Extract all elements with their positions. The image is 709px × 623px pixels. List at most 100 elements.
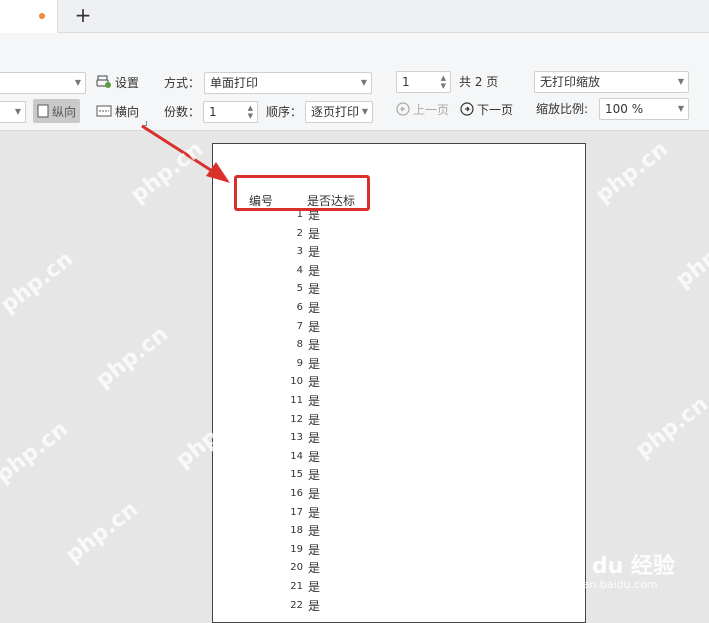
table-row: 7是 <box>213 318 413 336</box>
row-value: 是 <box>308 245 321 260</box>
tab-bar: + <box>0 0 709 33</box>
chevron-down-icon: ▼ <box>360 78 367 87</box>
arrow-left-circle-icon <box>396 102 410 116</box>
row-value: 是 <box>308 468 321 483</box>
row-number: 5 <box>296 283 303 295</box>
row-number: 7 <box>296 320 303 332</box>
table-row: 11 是 <box>213 392 413 410</box>
stepper-arrows-icon[interactable]: ▲ ▼ <box>248 104 253 120</box>
row-number: 17 <box>290 506 303 518</box>
row-number: 2 <box>296 227 303 239</box>
row-number: 6 <box>296 302 303 313</box>
landscape-label: 横向 <box>115 104 140 119</box>
watermark-text: php.cn <box>61 496 143 569</box>
row-number: 9 <box>296 357 303 369</box>
table-row: 6是 <box>213 299 413 317</box>
printer-settings-icon <box>96 75 111 88</box>
row-number: 8 <box>296 339 303 351</box>
table-row: 4是 <box>213 262 413 280</box>
page-preview: 编号 是否达标 1 是 2 是 3 是 4 是 5 是 6 是 7 是 8 是 9 是 10 是 11 是 12 是 13 是 14… <box>212 143 586 623</box>
portrait-button[interactable]: 纵向 <box>33 99 81 123</box>
row-number: 14 <box>290 450 303 462</box>
watermark-text: php.cn <box>671 221 709 294</box>
arrow-right-circle-icon <box>460 102 474 116</box>
landscape-button[interactable]: 横向 <box>96 99 139 123</box>
setup-label: 设置 <box>115 75 140 90</box>
table-row: 20 是 <box>213 559 413 577</box>
group-launcher-icon[interactable] <box>142 121 147 126</box>
chevron-down-icon: ▼ <box>14 107 21 116</box>
table-row: 15 是 <box>213 466 413 484</box>
order-label: 顺序： <box>266 105 303 119</box>
row-value: 是 <box>308 431 321 446</box>
table-row: 12 是 <box>213 411 413 429</box>
row-value: 是 <box>308 301 321 315</box>
row-value: 是 <box>308 356 321 371</box>
document-tab[interactable] <box>0 0 58 33</box>
row-number: 4 <box>296 264 303 276</box>
highlight-box <box>234 175 370 211</box>
table-row: 17 是 <box>213 504 413 522</box>
order-select[interactable]: 逐页打印 ▼ <box>305 101 373 123</box>
baidu-watermark-url: jingyan.baidu.com <box>556 578 658 591</box>
table-row: 3是 <box>213 243 413 261</box>
row-value: 是 <box>308 263 321 278</box>
row-value: 是 <box>308 412 321 427</box>
table-row: 13 是 <box>213 429 413 447</box>
setup-button[interactable]: 设置 <box>96 70 139 94</box>
landscape-page-icon <box>96 105 112 117</box>
page-number-value: 1 <box>402 75 410 89</box>
row-number: 16 <box>290 488 303 499</box>
table-row: 21 是 <box>213 578 413 596</box>
next-page-button[interactable]: 下一页 <box>460 97 513 121</box>
row-value: 是 <box>308 375 321 390</box>
watermark-text: php.cn <box>0 416 73 489</box>
chevron-down-icon: ▼ <box>677 104 684 113</box>
row-value: 是 <box>308 226 321 241</box>
portrait-label: 纵向 <box>52 104 77 119</box>
next-page-label: 下一页 <box>477 102 514 117</box>
row-value: 是 <box>308 561 321 576</box>
row-value: 是 <box>308 394 321 408</box>
row-value: 是 <box>308 449 321 464</box>
table-row: 8是 <box>213 336 413 354</box>
mode-label: 方式： <box>164 76 201 90</box>
row-number: 20 <box>290 562 303 574</box>
watermark-text: php.cn <box>631 391 709 464</box>
row-value: 是 <box>308 319 321 334</box>
printer-select[interactable]: ▼ <box>0 72 86 94</box>
scale-mode-select[interactable]: 无打印缩放 ▼ <box>534 71 689 93</box>
zoom-select[interactable]: 100 % ▼ <box>599 98 689 120</box>
total-pages: 共 2 页 <box>459 75 499 89</box>
watermark-text: php.cn <box>0 246 78 319</box>
mode-value: 单面打印 <box>210 76 259 90</box>
chevron-down-icon: ▼ <box>677 77 684 86</box>
stepper-arrows-icon[interactable]: ▲ ▼ <box>441 74 446 90</box>
table-row: 2是 <box>213 225 413 243</box>
table-row: 10 是 <box>213 373 413 391</box>
paper-select[interactable]: ▼ <box>0 101 26 123</box>
row-number: 15 <box>290 469 303 481</box>
copies-stepper[interactable]: 1 ▲ ▼ <box>203 101 258 123</box>
row-number: 10 <box>290 376 303 388</box>
prev-page-button[interactable]: 上一页 <box>396 97 449 121</box>
table-row: 19 是 <box>213 541 413 559</box>
row-number: 21 <box>290 581 303 592</box>
new-tab-button[interactable]: + <box>73 4 93 26</box>
row-value: 是 <box>308 282 321 297</box>
table-row: 14 是 <box>213 448 413 466</box>
baidu-watermark: Bai du 经验 <box>545 554 675 579</box>
watermark-text: php.cn <box>91 321 173 394</box>
table-row: 5是 <box>213 280 413 298</box>
order-value: 逐页打印 <box>311 105 360 119</box>
row-value: 是 <box>308 487 321 501</box>
zoom-value: 100 % <box>605 102 644 116</box>
page-number-stepper[interactable]: 1 ▲ ▼ <box>396 71 451 93</box>
row-number: 12 <box>290 413 303 425</box>
row-value: 是 <box>308 524 321 539</box>
chevron-down-icon: ▼ <box>361 107 368 116</box>
mode-select[interactable]: 单面打印 ▼ <box>204 72 372 94</box>
row-value: 是 <box>308 580 321 594</box>
zoom-label: 缩放比例: <box>536 102 589 116</box>
row-number: 19 <box>290 543 303 555</box>
